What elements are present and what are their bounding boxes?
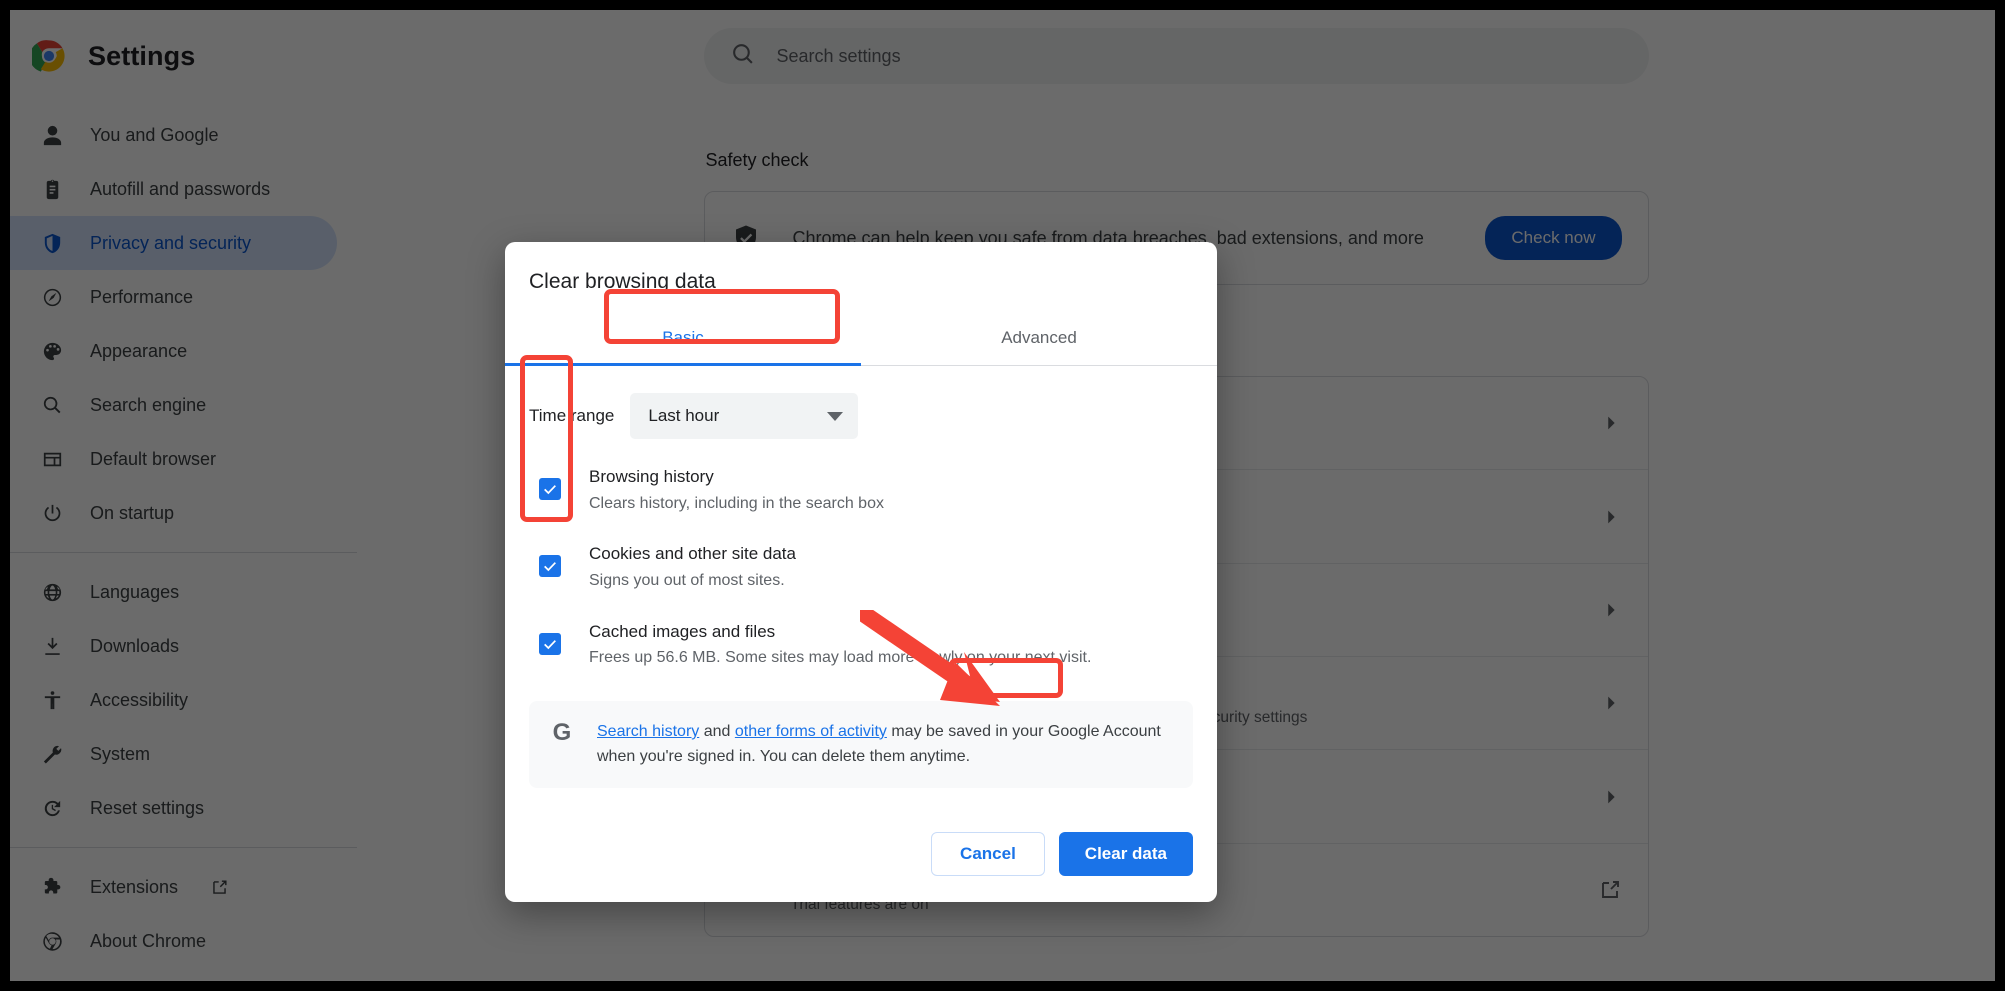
tab-basic[interactable]: Basic bbox=[505, 316, 861, 365]
option-text: Cookies and other site data Signs you ou… bbox=[589, 541, 796, 593]
time-range-label: Time range bbox=[529, 406, 614, 426]
tab-advanced[interactable]: Advanced bbox=[861, 316, 1217, 365]
dialog-title: Clear browsing data bbox=[505, 242, 1217, 294]
option-cookies-and-site-data: Cookies and other site data Signs you ou… bbox=[529, 541, 1193, 593]
google-g-icon: G bbox=[549, 720, 575, 746]
clear-browsing-data-dialog: Clear browsing data Basic Advanced Time … bbox=[505, 242, 1217, 902]
option-subtitle: Clears history, including in the search … bbox=[589, 492, 884, 517]
option-title: Cached images and files bbox=[589, 619, 1091, 645]
tab-active-underline bbox=[505, 363, 861, 366]
check-icon bbox=[542, 636, 558, 652]
option-subtitle: Frees up 56.6 MB. Some sites may load mo… bbox=[589, 646, 1091, 671]
cancel-button[interactable]: Cancel bbox=[931, 832, 1045, 876]
check-icon bbox=[542, 558, 558, 574]
time-range-select[interactable]: Last hour bbox=[630, 393, 858, 439]
option-text: Browsing history Clears history, includi… bbox=[589, 464, 884, 516]
checkbox-cookies-and-site-data[interactable] bbox=[539, 555, 561, 577]
notice-mid: and bbox=[699, 723, 735, 740]
option-cached-images-and-files: Cached images and files Frees up 56.6 MB… bbox=[529, 619, 1193, 671]
search-history-link[interactable]: Search history bbox=[597, 723, 699, 740]
chrome-settings-window: Settings You and Google Autofill and pas… bbox=[10, 10, 1995, 981]
notice-text: Search history and other forms of activi… bbox=[597, 720, 1173, 770]
checkbox-browsing-history[interactable] bbox=[539, 478, 561, 500]
time-range-value: Last hour bbox=[648, 406, 719, 426]
clear-data-button[interactable]: Clear data bbox=[1059, 832, 1193, 876]
screenshot-root: Settings You and Google Autofill and pas… bbox=[0, 0, 2005, 991]
dialog-actions: Cancel Clear data bbox=[505, 832, 1217, 902]
check-icon bbox=[542, 481, 558, 497]
time-range-row: Time range Last hour bbox=[529, 393, 1193, 439]
dialog-body: Time range Last hour Browsing history Cl… bbox=[505, 366, 1217, 832]
option-text: Cached images and files Frees up 56.6 MB… bbox=[589, 619, 1091, 671]
checkbox-cached-images-and-files[interactable] bbox=[539, 633, 561, 655]
option-browsing-history: Browsing history Clears history, includi… bbox=[529, 464, 1193, 516]
google-account-notice: G Search history and other forms of acti… bbox=[529, 701, 1193, 789]
option-title: Browsing history bbox=[589, 464, 884, 490]
other-forms-of-activity-link[interactable]: other forms of activity bbox=[735, 723, 887, 740]
option-subtitle: Signs you out of most sites. bbox=[589, 569, 796, 594]
dialog-tabs: Basic Advanced bbox=[505, 316, 1217, 366]
option-title: Cookies and other site data bbox=[589, 541, 796, 567]
chevron-down-icon bbox=[827, 412, 843, 421]
